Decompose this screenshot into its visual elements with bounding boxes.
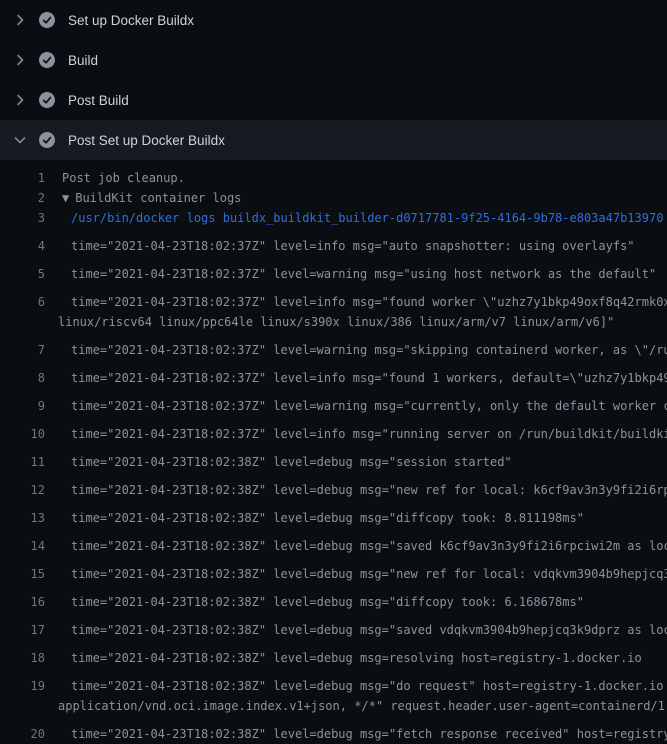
log-line: 3/usr/bin/docker logs buildx_buildkit_bu… <box>0 208 667 228</box>
log-line-text: time="2021-04-23T18:02:38Z" level=debug … <box>71 592 584 612</box>
log-line-number[interactable]: 16 <box>0 592 45 612</box>
chevron-right-icon <box>12 12 28 28</box>
step-label: Build <box>68 53 98 68</box>
log-line-number[interactable]: 6 <box>0 292 45 312</box>
log-line-number[interactable]: 17 <box>0 620 45 640</box>
log-line-text: time="2021-04-23T18:02:38Z" level=debug … <box>71 480 667 500</box>
log-line: 14 time="2021-04-23T18:02:38Z" level=debu… <box>0 528 667 556</box>
log-line-number[interactable]: 12 <box>0 480 45 500</box>
log-line-text: time="2021-04-23T18:02:37Z" level=info m… <box>71 292 667 312</box>
log-line: application/vnd.oci.image.index.v1+json,… <box>0 696 667 716</box>
log-line-number <box>0 312 45 332</box>
log-line-number[interactable]: 8 <box>0 368 45 388</box>
log-line-number[interactable]: 13 <box>0 508 45 528</box>
job-steps-list: Set up Docker Buildx Build Post Build Post … <box>0 0 667 160</box>
check-circle-icon <box>39 132 55 148</box>
log-line-number[interactable]: 19 <box>0 676 45 696</box>
log-line-text: time="2021-04-23T18:02:38Z" level=debug … <box>71 676 667 696</box>
log-line-text: ▼ BuildKit container logs <box>62 188 241 208</box>
log-line-text: application/vnd.oci.image.index.v1+json,… <box>58 696 667 716</box>
log-line: 16 time="2021-04-23T18:02:38Z" level=debu… <box>0 584 667 612</box>
step-header-post-set-up-docker-buildx[interactable]: Post Set up Docker Buildx <box>0 120 667 160</box>
log-line-number[interactable]: 4 <box>0 236 45 256</box>
log-line-number[interactable]: 3 <box>0 208 45 228</box>
log-line-number[interactable]: 9 <box>0 396 45 416</box>
log-line-text: time="2021-04-23T18:02:38Z" level=debug … <box>71 452 512 472</box>
log-line: 6 time="2021-04-23T18:02:37Z" level=info … <box>0 284 667 312</box>
log-line-text: linux/riscv64 linux/ppc64le linux/s390x … <box>58 312 614 332</box>
log-line-number[interactable]: 15 <box>0 564 45 584</box>
log-line-text: time="2021-04-23T18:02:37Z" level=warnin… <box>71 396 667 416</box>
log-line-number[interactable]: 10 <box>0 424 45 444</box>
log-line: 5 time="2021-04-23T18:02:37Z" level=warni… <box>0 256 667 284</box>
log-line: 12 time="2021-04-23T18:02:38Z" level=debu… <box>0 472 667 500</box>
log-line-number[interactable]: 1 <box>0 168 45 188</box>
log-line: 9 time="2021-04-23T18:02:37Z" level=warni… <box>0 388 667 416</box>
log-lines-container: 1 Post job cleanup. 2 ▼ BuildKit container l… <box>0 160 667 744</box>
log-line-text: Post job cleanup. <box>62 168 185 188</box>
log-line: 11 time="2021-04-23T18:02:38Z" level=debu… <box>0 444 667 472</box>
log-line: 8 time="2021-04-23T18:02:37Z" level=info … <box>0 360 667 388</box>
log-line-text: time="2021-04-23T18:02:37Z" level=warnin… <box>71 340 667 360</box>
log-line: 7 time="2021-04-23T18:02:37Z" level=warni… <box>0 332 667 360</box>
github-actions-log-page: { "colors": { "background": "#0a0d12", "… <box>0 0 667 600</box>
log-line-number <box>0 696 45 716</box>
step-label: Post Set up Docker Buildx <box>68 133 225 148</box>
chevron-right-icon <box>12 92 28 108</box>
log-line: 2 ▼ BuildKit container logs <box>0 188 667 208</box>
check-circle-icon <box>39 52 55 68</box>
log-line: 17 time="2021-04-23T18:02:38Z" level=debu… <box>0 612 667 640</box>
log-line: 1 Post job cleanup. <box>0 168 667 188</box>
log-line-text: time="2021-04-23T18:02:38Z" level=debug … <box>71 648 642 668</box>
log-line: 4 time="2021-04-23T18:02:37Z" level=info … <box>0 228 667 256</box>
log-command-text: /usr/bin/docker logs buildx_buildkit_bui… <box>71 208 663 228</box>
log-line: 20 time="2021-04-23T18:02:38Z" level=debu… <box>0 716 667 744</box>
log-line-text: time="2021-04-23T18:02:37Z" level=info m… <box>71 236 635 256</box>
log-line: 15 time="2021-04-23T18:02:38Z" level=debu… <box>0 556 667 584</box>
log-group-toggle-icon[interactable]: ▼ <box>62 188 69 208</box>
step-label: Post Build <box>68 93 129 108</box>
log-line: 13 time="2021-04-23T18:02:38Z" level=debu… <box>0 500 667 528</box>
log-line-number[interactable]: 7 <box>0 340 45 360</box>
log-line-text: time="2021-04-23T18:02:37Z" level=info m… <box>71 424 667 444</box>
log-line-number[interactable]: 20 <box>0 724 45 744</box>
log-line-text: time="2021-04-23T18:02:38Z" level=debug … <box>71 564 667 584</box>
log-line-number[interactable]: 5 <box>0 264 45 284</box>
step-header-build[interactable]: Build <box>0 40 667 80</box>
log-line-text: time="2021-04-23T18:02:37Z" level=info m… <box>71 368 667 388</box>
step-header-set-up-docker-buildx[interactable]: Set up Docker Buildx <box>0 0 667 40</box>
log-line-text: time="2021-04-23T18:02:38Z" level=debug … <box>71 620 667 640</box>
log-line: 18 time="2021-04-23T18:02:38Z" level=debu… <box>0 640 667 668</box>
chevron-down-icon <box>12 132 28 148</box>
log-line: 10 time="2021-04-23T18:02:37Z" level=info… <box>0 416 667 444</box>
log-line: 19 time="2021-04-23T18:02:38Z" level=debu… <box>0 668 667 696</box>
log-line-text: time="2021-04-23T18:02:38Z" level=debug … <box>71 536 667 556</box>
log-line-number[interactable]: 2 <box>0 188 45 208</box>
log-line-text: time="2021-04-23T18:02:38Z" level=debug … <box>71 724 667 744</box>
step-label: Set up Docker Buildx <box>68 13 194 28</box>
log-line: linux/riscv64 linux/ppc64le linux/s390x … <box>0 312 667 332</box>
log-line-text: time="2021-04-23T18:02:37Z" level=warnin… <box>71 264 656 284</box>
chevron-right-icon <box>12 52 28 68</box>
log-line-number[interactable]: 11 <box>0 452 45 472</box>
step-header-post-build[interactable]: Post Build <box>0 80 667 120</box>
log-group-label: BuildKit container logs <box>75 191 241 205</box>
log-line-text: time="2021-04-23T18:02:38Z" level=debug … <box>71 508 584 528</box>
check-circle-icon <box>39 12 55 28</box>
log-line-number[interactable]: 18 <box>0 648 45 668</box>
check-circle-icon <box>39 92 55 108</box>
log-line-number[interactable]: 14 <box>0 536 45 556</box>
